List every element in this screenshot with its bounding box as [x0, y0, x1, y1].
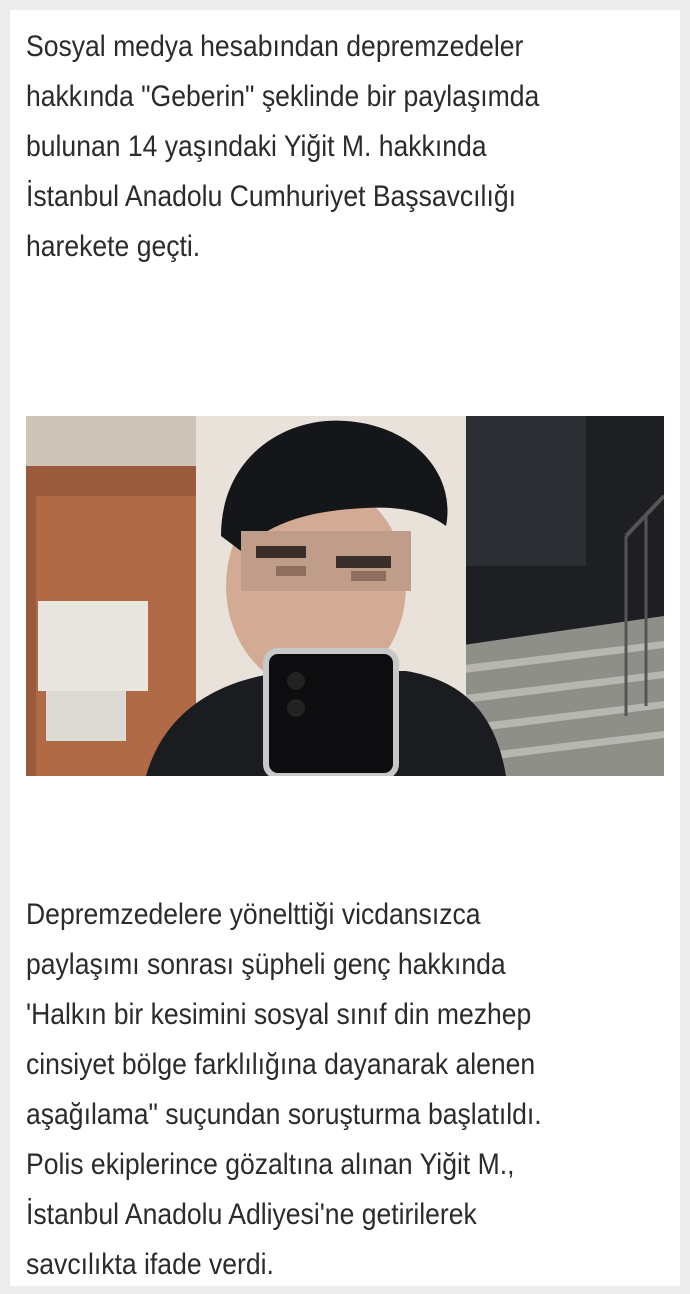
body-line: Depremzedelere yönelttiği vicdansızca: [26, 898, 481, 931]
mirror-selfie-photo: [26, 416, 664, 776]
body-line: İstanbul Anadolu Adliyesi'ne getirilerek: [26, 1198, 477, 1231]
body-line: paylaşımı sonrası şüpheli genç hakkında: [26, 948, 506, 981]
article-photo: [26, 416, 664, 776]
article-body-paragraph: Depremzedelere yönelttiği vicdansızca pa…: [26, 890, 602, 1290]
intro-line: harekete geçti.: [26, 230, 201, 263]
intro-line: Sosyal medya hesabından depremzedeler: [26, 30, 524, 63]
article-card: Sosyal medya hesabından depremzedeler ha…: [10, 10, 680, 1286]
body-line: 'Halkın bir kesimini sosyal sınıf din me…: [26, 998, 532, 1031]
body-line: cinsiyet bölge farklılığına dayanarak al…: [26, 1048, 536, 1081]
article-intro-paragraph: Sosyal medya hesabından depremzedeler ha…: [26, 22, 602, 272]
body-line: Polis ekiplerince gözaltına alınan Yiğit…: [26, 1148, 515, 1181]
body-line: aşağılama" suçundan soruşturma başlatıld…: [26, 1098, 542, 1131]
intro-line: hakkında "Geberin" şeklinde bir paylaşım…: [26, 80, 540, 113]
intro-line: bulunan 14 yaşındaki Yiğit M. hakkında: [26, 130, 487, 163]
body-line: savcılıkta ifade verdi.: [26, 1248, 274, 1281]
intro-line: İstanbul Anadolu Cumhuriyet Başsavcılığı: [26, 180, 516, 213]
